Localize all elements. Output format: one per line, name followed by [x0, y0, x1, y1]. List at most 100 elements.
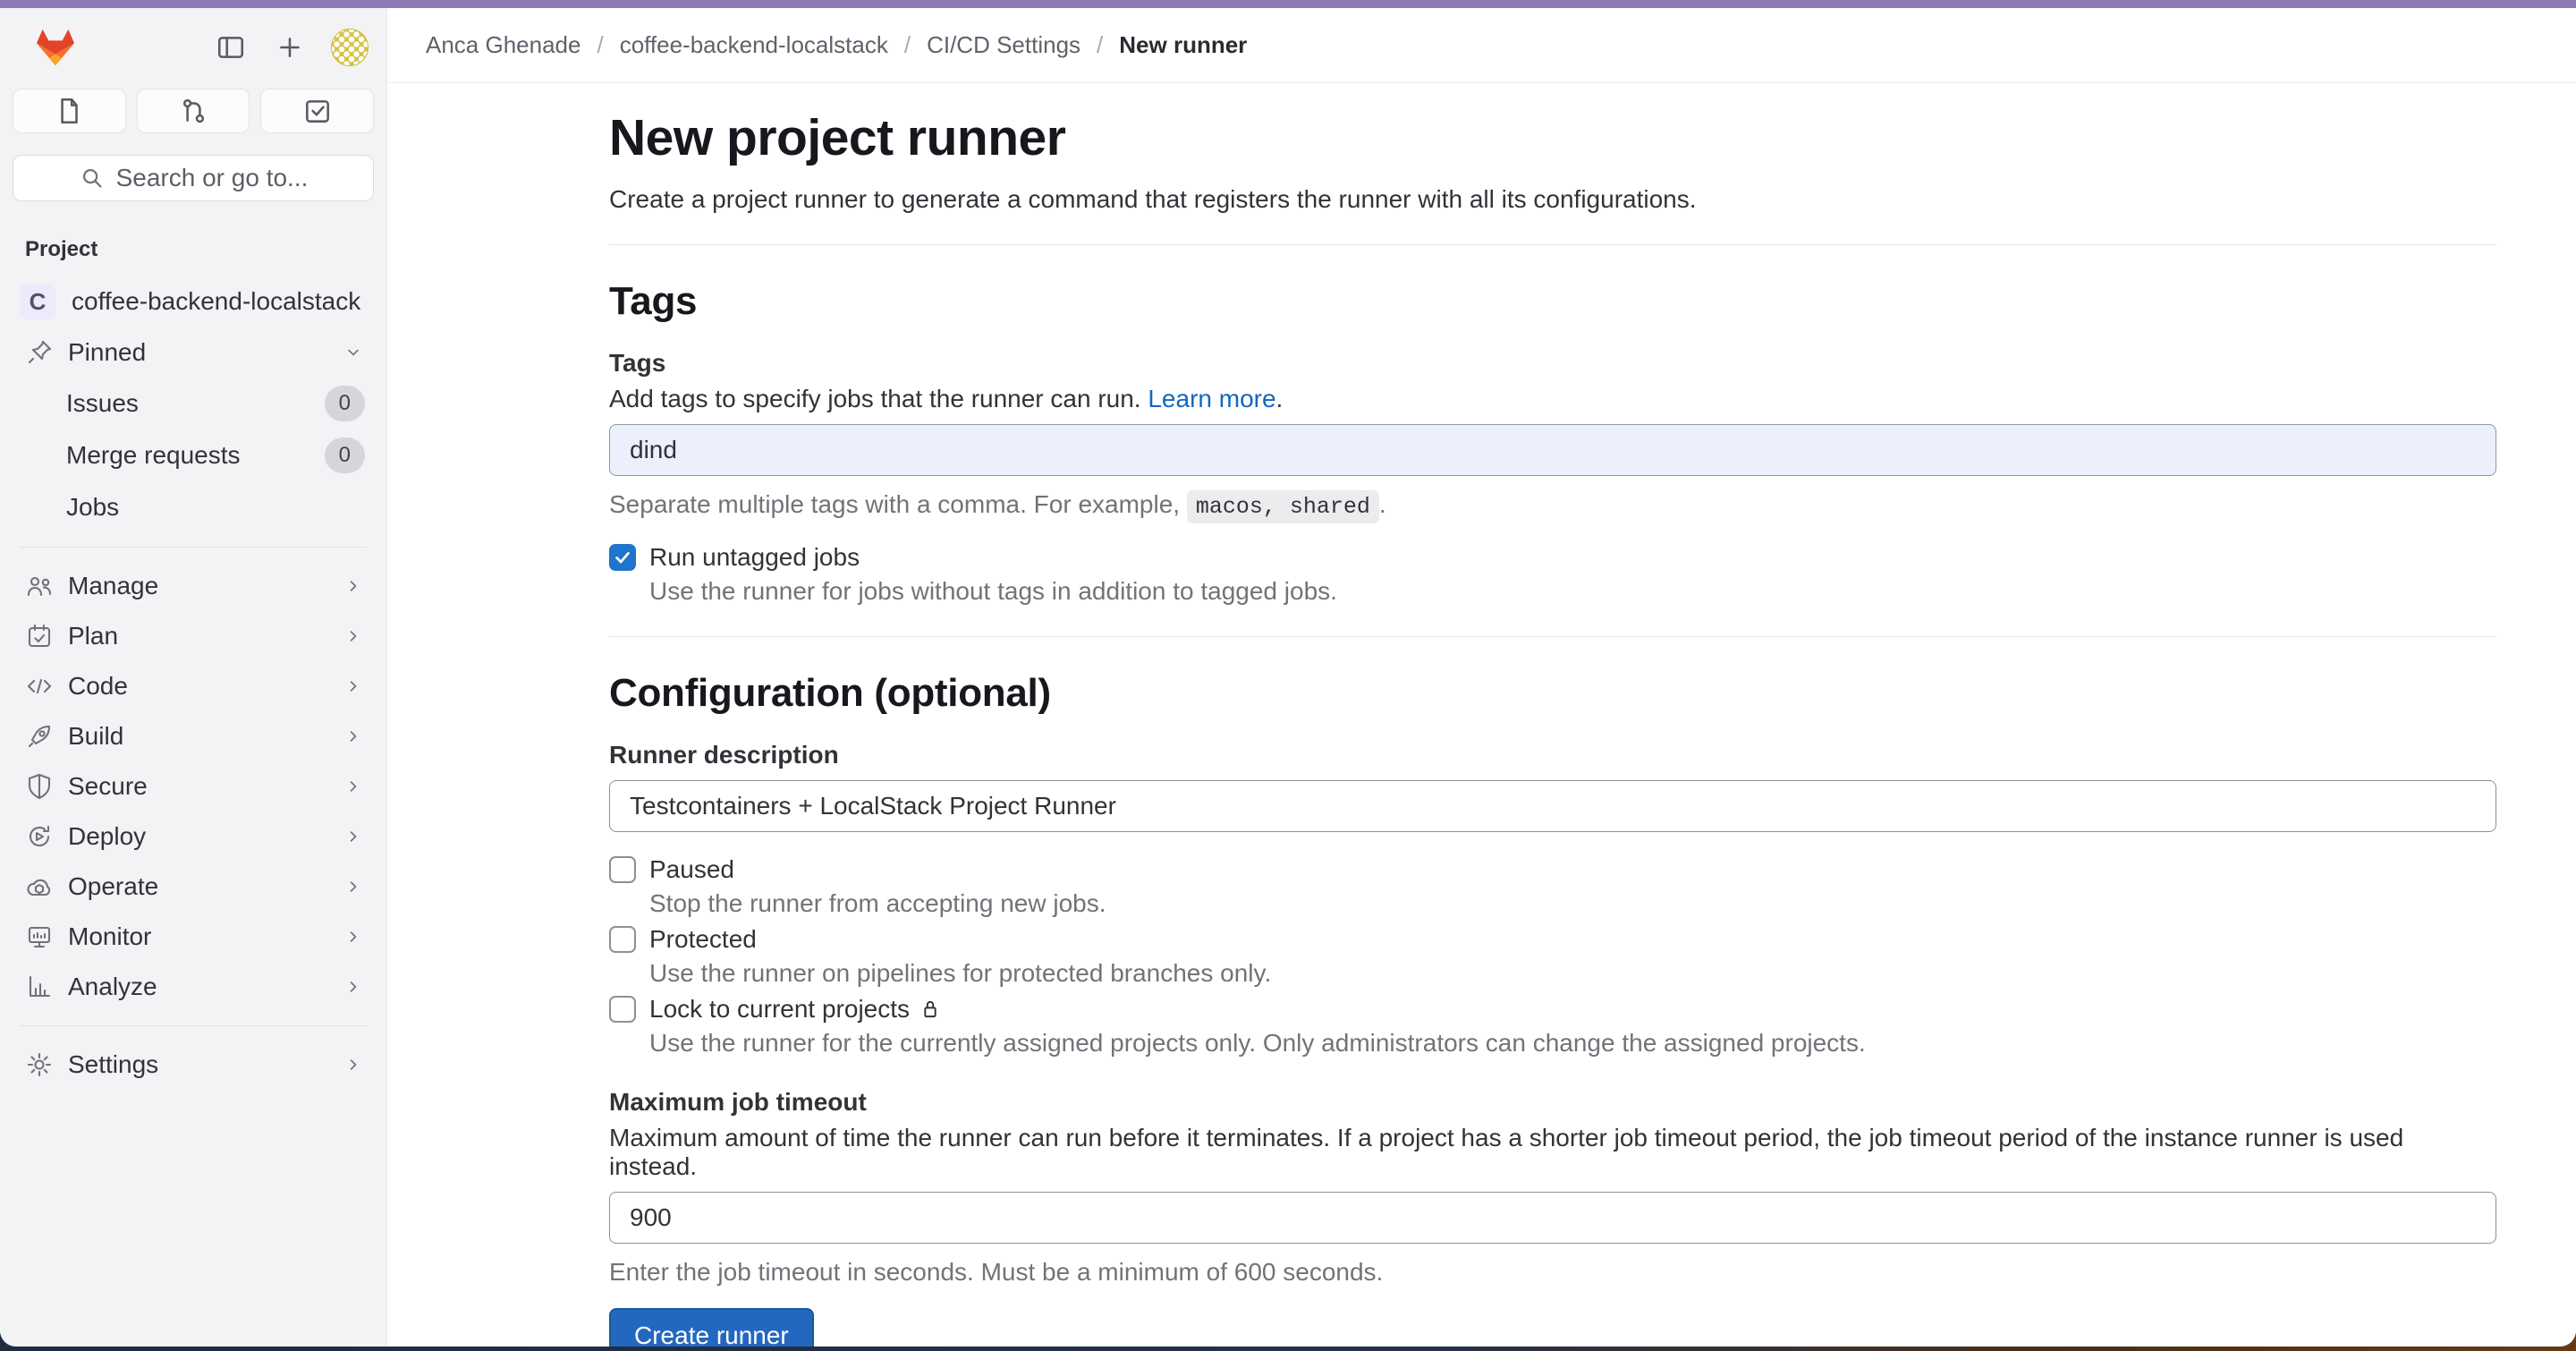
sidebar-section-label: Project: [25, 237, 386, 262]
sidebar-item-analyze[interactable]: Analyze: [7, 963, 379, 1011]
checkbox-unchecked[interactable]: [609, 856, 636, 883]
page-title: New project runner: [609, 108, 2496, 167]
tags-hint-code: macos, shared: [1187, 490, 1379, 523]
sidebar-item-operate[interactable]: Operate: [7, 862, 379, 911]
sidebar-toggle-button[interactable]: [213, 30, 249, 65]
lock-icon: [919, 998, 942, 1021]
gear-icon: [25, 1050, 54, 1079]
chevron-right-icon: [342, 975, 365, 998]
sidebar-item-settings[interactable]: Settings: [7, 1041, 379, 1089]
checkbox-label: Lock to current projects: [649, 995, 910, 1024]
checkbox-checked[interactable]: [609, 544, 636, 571]
gitlab-logo-icon[interactable]: [34, 28, 77, 67]
sidebar-item-issues[interactable]: Issues 0: [7, 378, 379, 429]
chevron-right-icon: [342, 875, 365, 898]
sidebar-item-monitor[interactable]: Monitor: [7, 913, 379, 961]
code-icon: [25, 672, 54, 701]
sidebar-item-label: Settings: [68, 1050, 327, 1079]
checkbox-label: Run untagged jobs: [649, 543, 860, 572]
issues-shortcut-button[interactable]: [13, 89, 126, 133]
sidebar-item-plan[interactable]: Plan: [7, 612, 379, 660]
create-runner-button[interactable]: Create runner: [609, 1308, 814, 1347]
sidebar-item-merge-requests[interactable]: Merge requests 0: [7, 430, 379, 480]
deploy-icon: [25, 822, 54, 851]
sidebar-item-manage[interactable]: Manage: [7, 562, 379, 610]
checkbox-label: Paused: [649, 855, 734, 884]
chevron-right-icon: [342, 825, 365, 848]
todo-shortcut-button[interactable]: [260, 89, 374, 133]
issue-document-icon: [54, 96, 84, 126]
paused-group: Paused Stop the runner from accepting ne…: [609, 855, 2496, 918]
window-top-strip: [0, 0, 2576, 8]
gitlab-window: Search or go to... Project C coffee-back…: [0, 8, 2576, 1347]
sidebar-item-secure[interactable]: Secure: [7, 762, 379, 811]
breadcrumb-cicd-settings[interactable]: CI/CD Settings: [927, 31, 1080, 59]
shield-icon: [25, 772, 54, 801]
protected-checkbox[interactable]: Protected: [609, 925, 2496, 954]
pin-icon: [25, 338, 54, 367]
chevron-right-icon: [342, 1053, 365, 1076]
sidebar-item-code[interactable]: Code: [7, 662, 379, 710]
sidebar-project-row[interactable]: C coffee-backend-localstack: [7, 276, 379, 327]
lock-to-projects-group: Lock to current projects Use the runner …: [609, 995, 2496, 1058]
sidebar-item-deploy[interactable]: Deploy: [7, 812, 379, 861]
checkbox-label: Protected: [649, 925, 757, 954]
breadcrumb-current: New runner: [1119, 31, 1247, 59]
create-new-button[interactable]: [272, 30, 308, 65]
sidebar-item-label: Build: [68, 722, 327, 751]
sidebar-item-label: Deploy: [68, 822, 327, 851]
sidebar-item-jobs[interactable]: Jobs: [7, 482, 379, 532]
run-untagged-checkbox[interactable]: Run untagged jobs: [609, 543, 2496, 572]
breadcrumb-project[interactable]: coffee-backend-localstack: [620, 31, 888, 59]
checkbox-help: Use the runner for the currently assigne…: [649, 1029, 2496, 1058]
tags-field-label: Tags: [609, 349, 2496, 378]
chevron-down-icon: [342, 341, 365, 364]
sidebar-item-label: Manage: [68, 572, 327, 600]
chart-icon: [25, 973, 54, 1001]
tags-hint: Separate multiple tags with a comma. For…: [609, 490, 2496, 520]
checkbox-help: Use the runner for jobs without tags in …: [649, 577, 2496, 606]
breadcrumb-user[interactable]: Anca Ghenade: [426, 31, 580, 59]
learn-more-link[interactable]: Learn more: [1148, 385, 1275, 412]
chevron-right-icon: [342, 574, 365, 598]
page-subtitle: Create a project runner to generate a co…: [609, 185, 2496, 214]
tags-hint-period: .: [1379, 490, 1386, 518]
sidebar-item-pinned[interactable]: Pinned: [7, 328, 379, 377]
project-name: coffee-backend-localstack: [72, 287, 360, 316]
sidebar-item-label: Analyze: [68, 973, 327, 1001]
tags-help-period: .: [1276, 385, 1284, 412]
sidebar-item-label: Jobs: [66, 493, 365, 522]
checkbox-help: Stop the runner from accepting new jobs.: [649, 889, 2496, 918]
sidebar-divider: [20, 1025, 367, 1026]
sidebar-item-label: Pinned: [68, 338, 327, 367]
plus-icon: [275, 32, 305, 63]
sidebar-item-build[interactable]: Build: [7, 712, 379, 760]
search-input[interactable]: Search or go to...: [13, 155, 374, 201]
checkbox-unchecked[interactable]: [609, 926, 636, 953]
chevron-right-icon: [342, 625, 365, 648]
cloud-pod-icon: [25, 872, 54, 901]
section-divider: [609, 636, 2496, 637]
max-job-timeout-input[interactable]: [609, 1192, 2496, 1244]
paused-checkbox[interactable]: Paused: [609, 855, 2496, 884]
sidebar-shortcuts: [13, 89, 374, 133]
new-runner-form: New project runner Create a project runn…: [609, 83, 2496, 1347]
sidebar-item-label: Plan: [68, 622, 327, 650]
sidebar-item-label: Issues: [66, 389, 310, 418]
runner-description-input[interactable]: [609, 780, 2496, 832]
merge-requests-shortcut-button[interactable]: [137, 89, 250, 133]
breadcrumb: Anca Ghenade / coffee-backend-localstack…: [388, 8, 2576, 83]
search-placeholder: Search or go to...: [116, 164, 309, 192]
protected-group: Protected Use the runner on pipelines fo…: [609, 925, 2496, 988]
issues-count-badge: 0: [325, 386, 365, 421]
tags-input[interactable]: [609, 424, 2496, 476]
user-avatar[interactable]: [331, 29, 369, 66]
sidebar-header: [0, 8, 386, 67]
runner-description-label: Runner description: [609, 741, 2496, 769]
chevron-right-icon: [342, 725, 365, 748]
sidebar-item-label: Secure: [68, 772, 327, 801]
panel-toggle-icon: [216, 32, 246, 63]
checkbox-unchecked[interactable]: [609, 996, 636, 1023]
lock-to-projects-checkbox[interactable]: Lock to current projects: [609, 995, 2496, 1024]
tags-section-heading: Tags: [609, 279, 2496, 324]
